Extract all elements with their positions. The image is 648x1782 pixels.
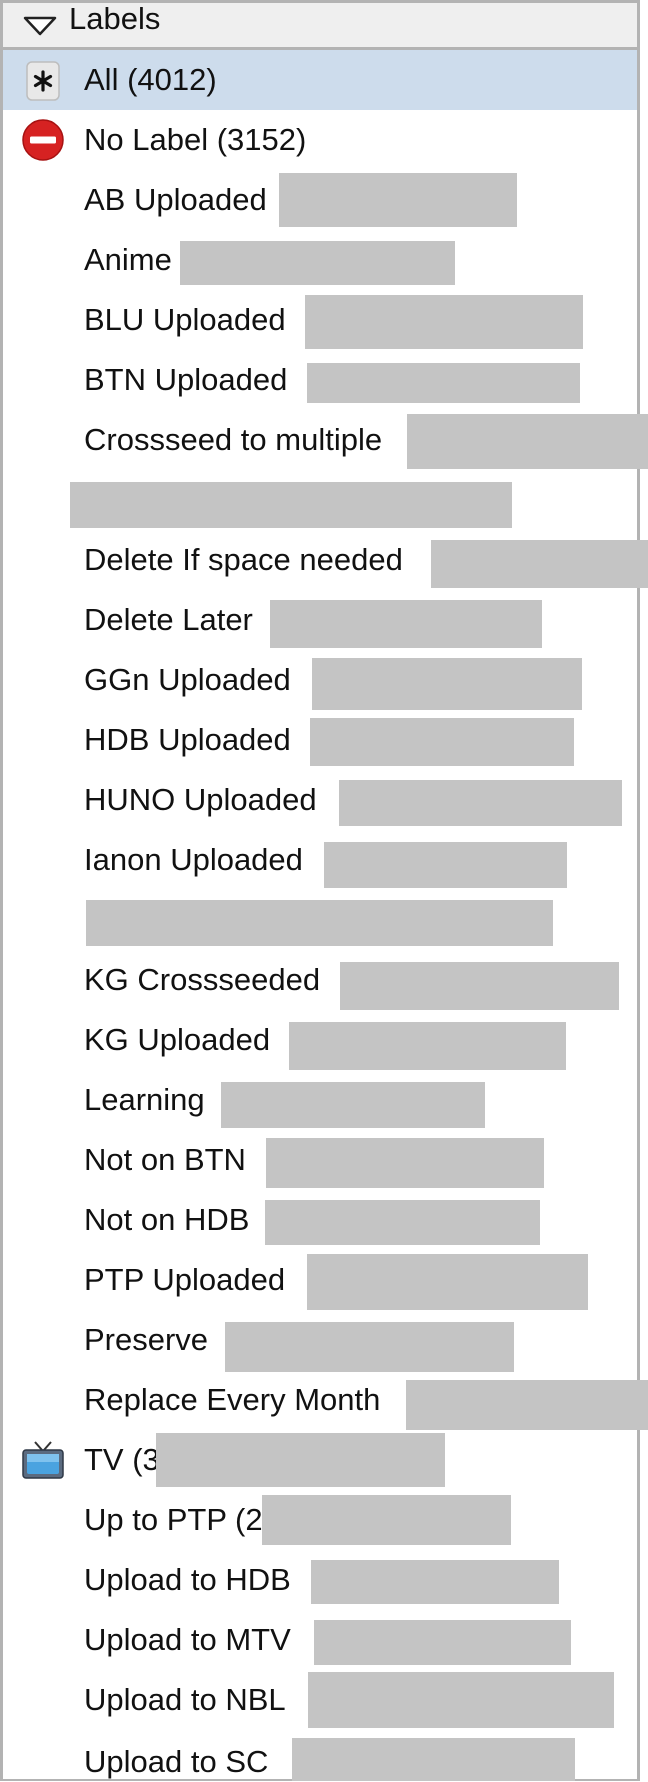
redaction-block xyxy=(292,1738,575,1781)
label-item[interactable]: Not on BTN xyxy=(3,1130,637,1190)
label-item[interactable]: Delete Later xyxy=(3,590,637,650)
redaction-block xyxy=(262,1495,511,1545)
label-text: Up to PTP (2 xyxy=(84,1502,263,1537)
label-item[interactable]: GGn Uploaded xyxy=(3,650,637,710)
label-item[interactable]: Upload to NBL xyxy=(3,1670,637,1730)
label-text: Crossseed to multiple xyxy=(84,422,383,457)
labels-header-title: Labels xyxy=(69,1,161,36)
label-text: Not on BTN xyxy=(84,1142,246,1177)
label-item-all[interactable]: All (4012) xyxy=(3,50,637,110)
redaction-block xyxy=(70,482,512,528)
label-item[interactable]: HDB Uploaded xyxy=(3,710,637,770)
redaction-block xyxy=(307,1254,588,1310)
redaction-block xyxy=(407,414,648,469)
label-item[interactable]: Delete If space needed xyxy=(3,530,648,590)
label-text: PTP Uploaded xyxy=(84,1262,286,1297)
redaction-block xyxy=(305,295,583,349)
label-item[interactable]: HUNO Uploaded xyxy=(3,770,637,830)
label-item[interactable]: Ianon Uploaded xyxy=(3,830,637,890)
label-text: Upload to HDB xyxy=(84,1562,291,1597)
label-item[interactable]: Anime xyxy=(3,230,637,290)
redaction-block xyxy=(406,1380,648,1430)
label-text: Preserve xyxy=(84,1322,209,1357)
no-entry-icon xyxy=(22,119,64,161)
label-text: Upload to SC xyxy=(84,1744,269,1779)
label-text: HUNO Uploaded xyxy=(84,782,317,817)
label-text: TV (3 xyxy=(84,1442,160,1477)
label-text: Upload to NBL xyxy=(84,1682,286,1717)
redaction-block xyxy=(307,363,580,403)
label-item[interactable] xyxy=(3,890,637,950)
redaction-block xyxy=(289,1022,566,1070)
label-text: AB Uploaded xyxy=(84,182,267,217)
label-item[interactable]: Upload to HDB xyxy=(3,1550,637,1610)
label-item[interactable]: BTN Uploaded xyxy=(3,350,637,410)
label-item[interactable]: Not on HDB xyxy=(3,1190,637,1250)
label-item[interactable]: Upload to MTV xyxy=(3,1610,637,1670)
label-text: Replace Every Month xyxy=(84,1382,381,1417)
label-item[interactable] xyxy=(3,470,637,530)
redaction-block xyxy=(156,1433,445,1487)
label-item[interactable]: Upload to SC xyxy=(3,1730,637,1781)
redaction-block xyxy=(270,600,542,648)
redaction-block xyxy=(265,1200,540,1245)
label-item[interactable]: Up to PTP (2 xyxy=(3,1490,637,1550)
label-text: Learning xyxy=(84,1082,205,1117)
labels-panel: Labels All (4012) No Label (3152) AB Upl… xyxy=(0,0,648,1781)
redaction-block xyxy=(266,1138,544,1188)
label-item[interactable]: Preserve xyxy=(3,1310,637,1372)
redaction-block xyxy=(225,1322,514,1372)
label-text: BLU Uploaded xyxy=(84,302,286,337)
label-text: KG Crossseeded xyxy=(84,962,321,997)
label-item[interactable]: KG Uploaded xyxy=(3,1010,637,1070)
collapse-triangle-icon[interactable] xyxy=(23,16,57,36)
redaction-block xyxy=(340,962,619,1010)
redaction-block xyxy=(339,780,622,826)
label-item[interactable]: Replace Every Month xyxy=(3,1370,648,1430)
label-item[interactable]: PTP Uploaded xyxy=(3,1250,637,1310)
redaction-block xyxy=(314,1620,571,1665)
label-item[interactable]: Learning xyxy=(3,1070,637,1130)
label-text: Anime xyxy=(84,242,172,277)
redaction-block xyxy=(431,540,648,588)
redaction-block xyxy=(312,658,582,710)
label-text: BTN Uploaded xyxy=(84,362,288,397)
label-text: Upload to MTV xyxy=(84,1622,291,1657)
label-text: KG Uploaded xyxy=(84,1022,271,1057)
label-item[interactable]: KG Crossseeded xyxy=(3,950,637,1010)
redaction-block xyxy=(308,1672,614,1728)
label-text: Ianon Uploaded xyxy=(84,842,303,877)
redaction-block xyxy=(86,900,553,946)
label-item-tv[interactable]: TV (3 xyxy=(3,1430,637,1490)
label-text: HDB Uploaded xyxy=(84,722,291,757)
redaction-block xyxy=(180,241,455,285)
label-text: Delete Later xyxy=(84,602,253,637)
label-text: Delete If space needed xyxy=(84,542,403,577)
redaction-block xyxy=(310,718,574,766)
label-item[interactable]: AB Uploaded xyxy=(3,170,637,230)
label-item-no-label[interactable]: No Label (3152) xyxy=(3,110,637,170)
label-text: All (4012) xyxy=(84,62,217,97)
label-text: No Label (3152) xyxy=(84,122,307,157)
redaction-block xyxy=(279,173,517,227)
redaction-block xyxy=(324,842,567,888)
redaction-block xyxy=(221,1082,485,1128)
label-text: GGn Uploaded xyxy=(84,662,291,697)
label-text: Not on HDB xyxy=(84,1202,250,1237)
redaction-block xyxy=(311,1560,559,1604)
label-item[interactable]: Crossseed to multiple xyxy=(3,410,648,470)
labels-header[interactable]: Labels xyxy=(3,0,637,50)
label-item[interactable]: BLU Uploaded xyxy=(3,290,637,350)
asterisk-icon xyxy=(26,61,60,101)
tv-icon xyxy=(22,1441,64,1479)
